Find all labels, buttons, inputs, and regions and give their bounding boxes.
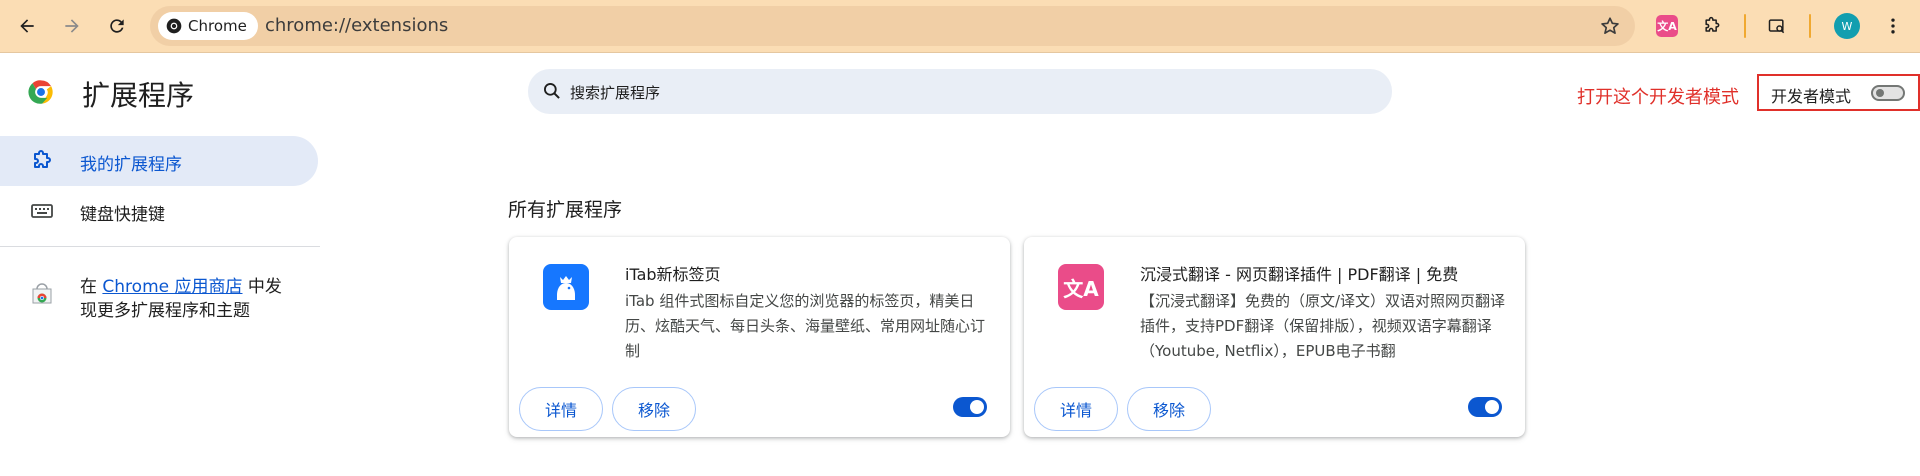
extension-card: iTab新标签页 iTab 组件式图标自定义您的浏览器的标签页，精美日历、炫酷天… <box>509 237 1010 437</box>
web-store-link[interactable]: Chrome 应用商店 <box>102 277 242 297</box>
puzzle-icon <box>34 150 51 168</box>
web-store-text-line2: 现更多扩展程序和主题 <box>80 301 250 321</box>
toolbar-separator <box>1809 14 1811 38</box>
immersive-translate-toolbar-button[interactable]: 文A <box>1650 9 1684 43</box>
site-chip[interactable]: Chrome <box>158 12 258 40</box>
web-store-suffix: 中发 <box>242 277 282 297</box>
search-icon <box>544 83 560 99</box>
web-store-text: 在 Chrome 应用商店 中发 <box>80 272 282 297</box>
menu-button[interactable] <box>1876 9 1910 43</box>
details-button[interactable]: 详情 <box>519 387 603 431</box>
chrome-logo-icon <box>28 80 53 104</box>
arrow-right-icon <box>65 19 79 33</box>
details-button[interactable]: 详情 <box>1034 387 1118 431</box>
extension-description: 【沉浸式翻译】免费的（原文/译文）双语对照网页翻译插件，支持PDF翻译（保留排版… <box>1140 292 1506 360</box>
extension-enable-toggle[interactable] <box>1468 397 1502 417</box>
web-store-icon <box>32 283 52 304</box>
tab-search-icon <box>1768 19 1785 34</box>
browser-toolbar: Chrome chrome://extensions 文A W <box>0 0 1920 53</box>
immersive-translate-app-icon: 文A <box>1058 264 1104 310</box>
extension-description: iTab 组件式图标自定义您的浏览器的标签页，精美日历、炫酷天气、每日头条、海量… <box>625 292 986 360</box>
extension-enable-toggle[interactable] <box>953 397 987 417</box>
developer-mode-toggle[interactable] <box>1871 85 1905 101</box>
developer-mode-label: 开发者模式 <box>1771 87 1852 106</box>
annotation-text: 打开这个开发者模式 <box>1577 87 1739 108</box>
sidebar-item-my-extensions[interactable]: 我的扩展程序 <box>0 136 318 186</box>
sidebar-item-keyboard-shortcuts[interactable]: 键盘快捷键 <box>0 186 318 236</box>
sidebar-item-label: 键盘快捷键 <box>80 205 165 225</box>
reload-icon <box>110 19 124 33</box>
translate-extension-icon: 文A <box>1656 15 1678 37</box>
itab-app-icon <box>543 264 589 310</box>
back-button[interactable] <box>10 9 44 43</box>
avatar: W <box>1834 13 1860 39</box>
page-title: 扩展程序 <box>82 79 195 112</box>
extension-card: 文A 沉浸式翻译 - 网页翻译插件 | PDF翻译 | 免费 【沉浸式翻译】免费… <box>1024 237 1525 437</box>
sidebar-item-label: 我的扩展程序 <box>80 155 182 175</box>
chrome-icon <box>166 18 182 34</box>
site-chip-label: Chrome <box>188 17 247 35</box>
tab-search-button[interactable] <box>1760 9 1794 43</box>
extensions-button[interactable] <box>1695 9 1729 43</box>
toolbar-separator <box>1744 14 1746 38</box>
search-placeholder: 搜索扩展程序 <box>570 84 661 102</box>
toggle-knob <box>1876 89 1884 97</box>
bookmark-star-icon[interactable] <box>1599 15 1621 37</box>
remove-button[interactable]: 移除 <box>1127 387 1211 431</box>
toggle-knob <box>970 400 984 414</box>
remove-button[interactable]: 移除 <box>612 387 696 431</box>
developer-mode-control[interactable]: 开发者模式 <box>1757 74 1920 111</box>
toggle-knob <box>1485 400 1499 414</box>
puzzle-icon <box>1705 16 1720 32</box>
extension-name: iTab新标签页 <box>625 265 721 284</box>
keyboard-icon <box>31 204 53 218</box>
more-vert-icon <box>1891 18 1895 34</box>
forward-button[interactable] <box>55 9 89 43</box>
reload-button[interactable] <box>100 9 134 43</box>
sidebar-divider <box>0 246 320 247</box>
search-input[interactable]: 搜索扩展程序 <box>528 69 1392 114</box>
translate-icon: 文A <box>1063 276 1099 301</box>
web-store-prefix: 在 <box>80 277 103 297</box>
address-bar[interactable]: Chrome chrome://extensions <box>150 6 1635 46</box>
profile-button[interactable]: W <box>1830 9 1864 43</box>
arrow-left-icon <box>20 19 34 33</box>
extension-name: 沉浸式翻译 - 网页翻译插件 | PDF翻译 | 免费 <box>1140 265 1459 284</box>
crowned-bird-icon <box>557 276 575 300</box>
section-title: 所有扩展程序 <box>508 199 623 221</box>
url-text[interactable]: chrome://extensions <box>265 15 448 36</box>
